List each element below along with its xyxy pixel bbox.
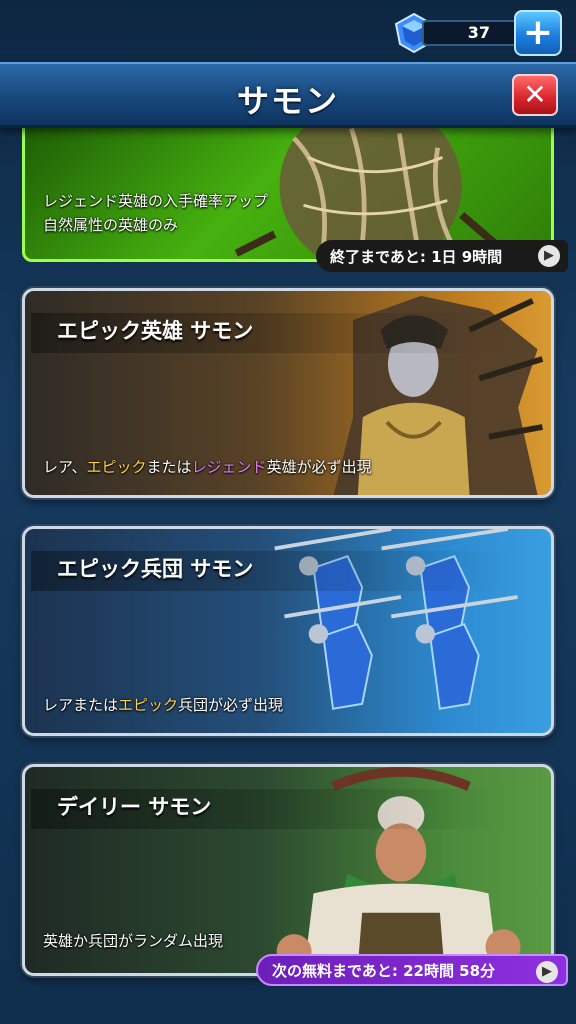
- card-title: エピック英雄 サモン: [57, 319, 254, 343]
- page-title: サモン: [236, 82, 339, 120]
- daily-timer-text: 次の無料まであと: 22時間 58分: [272, 961, 496, 980]
- currency-bar: 37 +: [392, 10, 562, 56]
- arrow-right-icon[interactable]: ▶: [536, 961, 558, 983]
- daily-summon-card[interactable]: デイリー サモン 英雄か兵団がランダム出現: [22, 764, 554, 976]
- event-timer: 終了まであと: 1日 9時間 ▶: [316, 240, 568, 272]
- summon-list[interactable]: レジェンド英雄の入手確率アップ 自然属性の英雄のみ 終了まであと: 1日 9時間…: [0, 128, 576, 1024]
- daily-free-timer: 次の無料まであと: 22時間 58分 ▶: [256, 954, 568, 986]
- card-title: エピック兵団 サモン: [57, 557, 254, 581]
- event-line-2: 自然属性の英雄のみ: [43, 216, 179, 234]
- gem-count: 37: [422, 20, 518, 46]
- header-bar: サモン ✕: [0, 62, 576, 128]
- epic-troop-summon-card[interactable]: エピック兵団 サモン レアまたはエピック兵団が必ず出現: [22, 526, 554, 736]
- arrow-right-icon[interactable]: ▶: [538, 245, 560, 267]
- card-title: デイリー サモン: [57, 795, 212, 819]
- card-description: レア、エピックまたはレジェンド英雄が必ず出現: [43, 458, 372, 476]
- card-description: レアまたはエピック兵団が必ず出現: [43, 696, 284, 714]
- add-gems-button[interactable]: +: [514, 10, 562, 56]
- event-line-1: レジェンド英雄の入手確率アップ: [43, 192, 269, 210]
- epic-hero-summon-card[interactable]: エピック英雄 サモン レア、エピックまたはレジェンド英雄が必ず出現: [22, 288, 554, 498]
- close-button[interactable]: ✕: [512, 74, 558, 116]
- card-description: 英雄か兵団がランダム出現: [43, 932, 224, 950]
- event-timer-text: 終了まであと: 1日 9時間: [330, 247, 503, 266]
